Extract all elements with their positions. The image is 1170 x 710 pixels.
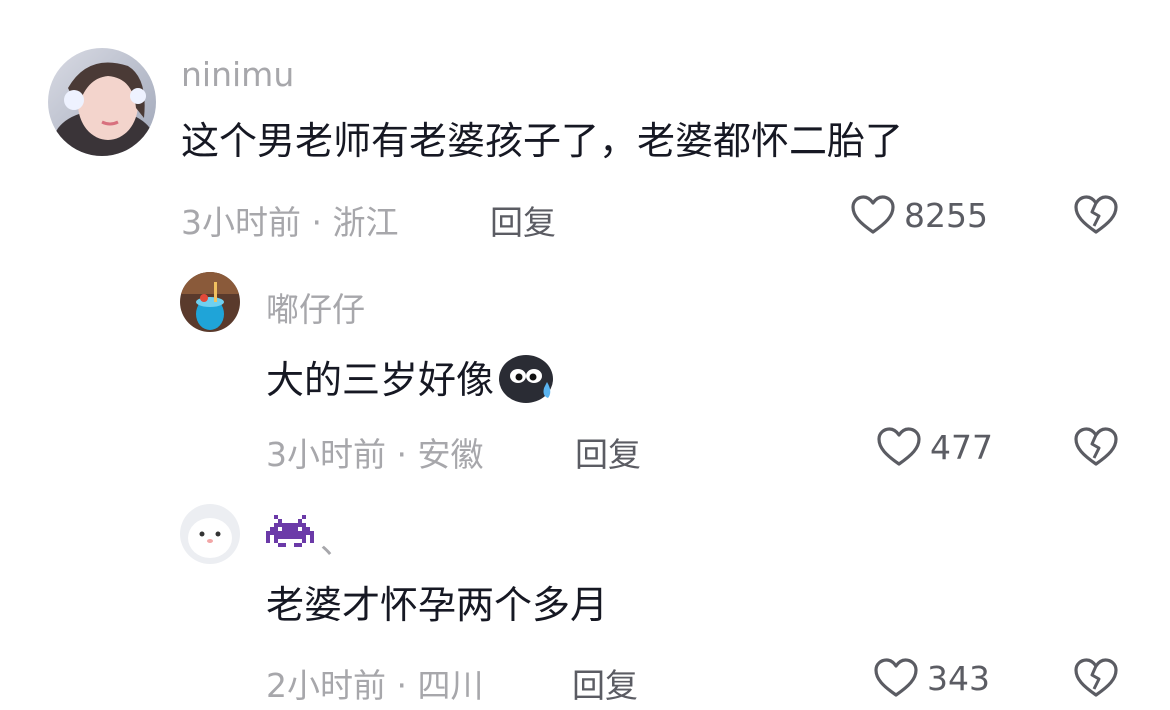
comment-text: 老婆才怀孕两个多月 <box>266 583 609 627</box>
space-invader-icon <box>266 515 314 563</box>
like-button[interactable]: 343 <box>873 657 990 699</box>
username-suffix: 、 <box>320 522 353 561</box>
comment-meta: 2小时前 · 四川 <box>266 666 484 705</box>
comment-username[interactable]: 、 <box>266 515 353 563</box>
heart-icon <box>873 657 919 699</box>
broken-heart-icon <box>1073 657 1119 699</box>
like-count: 343 <box>927 658 990 698</box>
dislike-button[interactable] <box>1073 657 1119 699</box>
reply-item: 、 老婆才怀孕两个多月 2小时前 · 四川 回复 343 <box>0 0 1170 710</box>
avatar[interactable] <box>180 504 240 564</box>
reply-button[interactable]: 回复 <box>572 659 638 707</box>
